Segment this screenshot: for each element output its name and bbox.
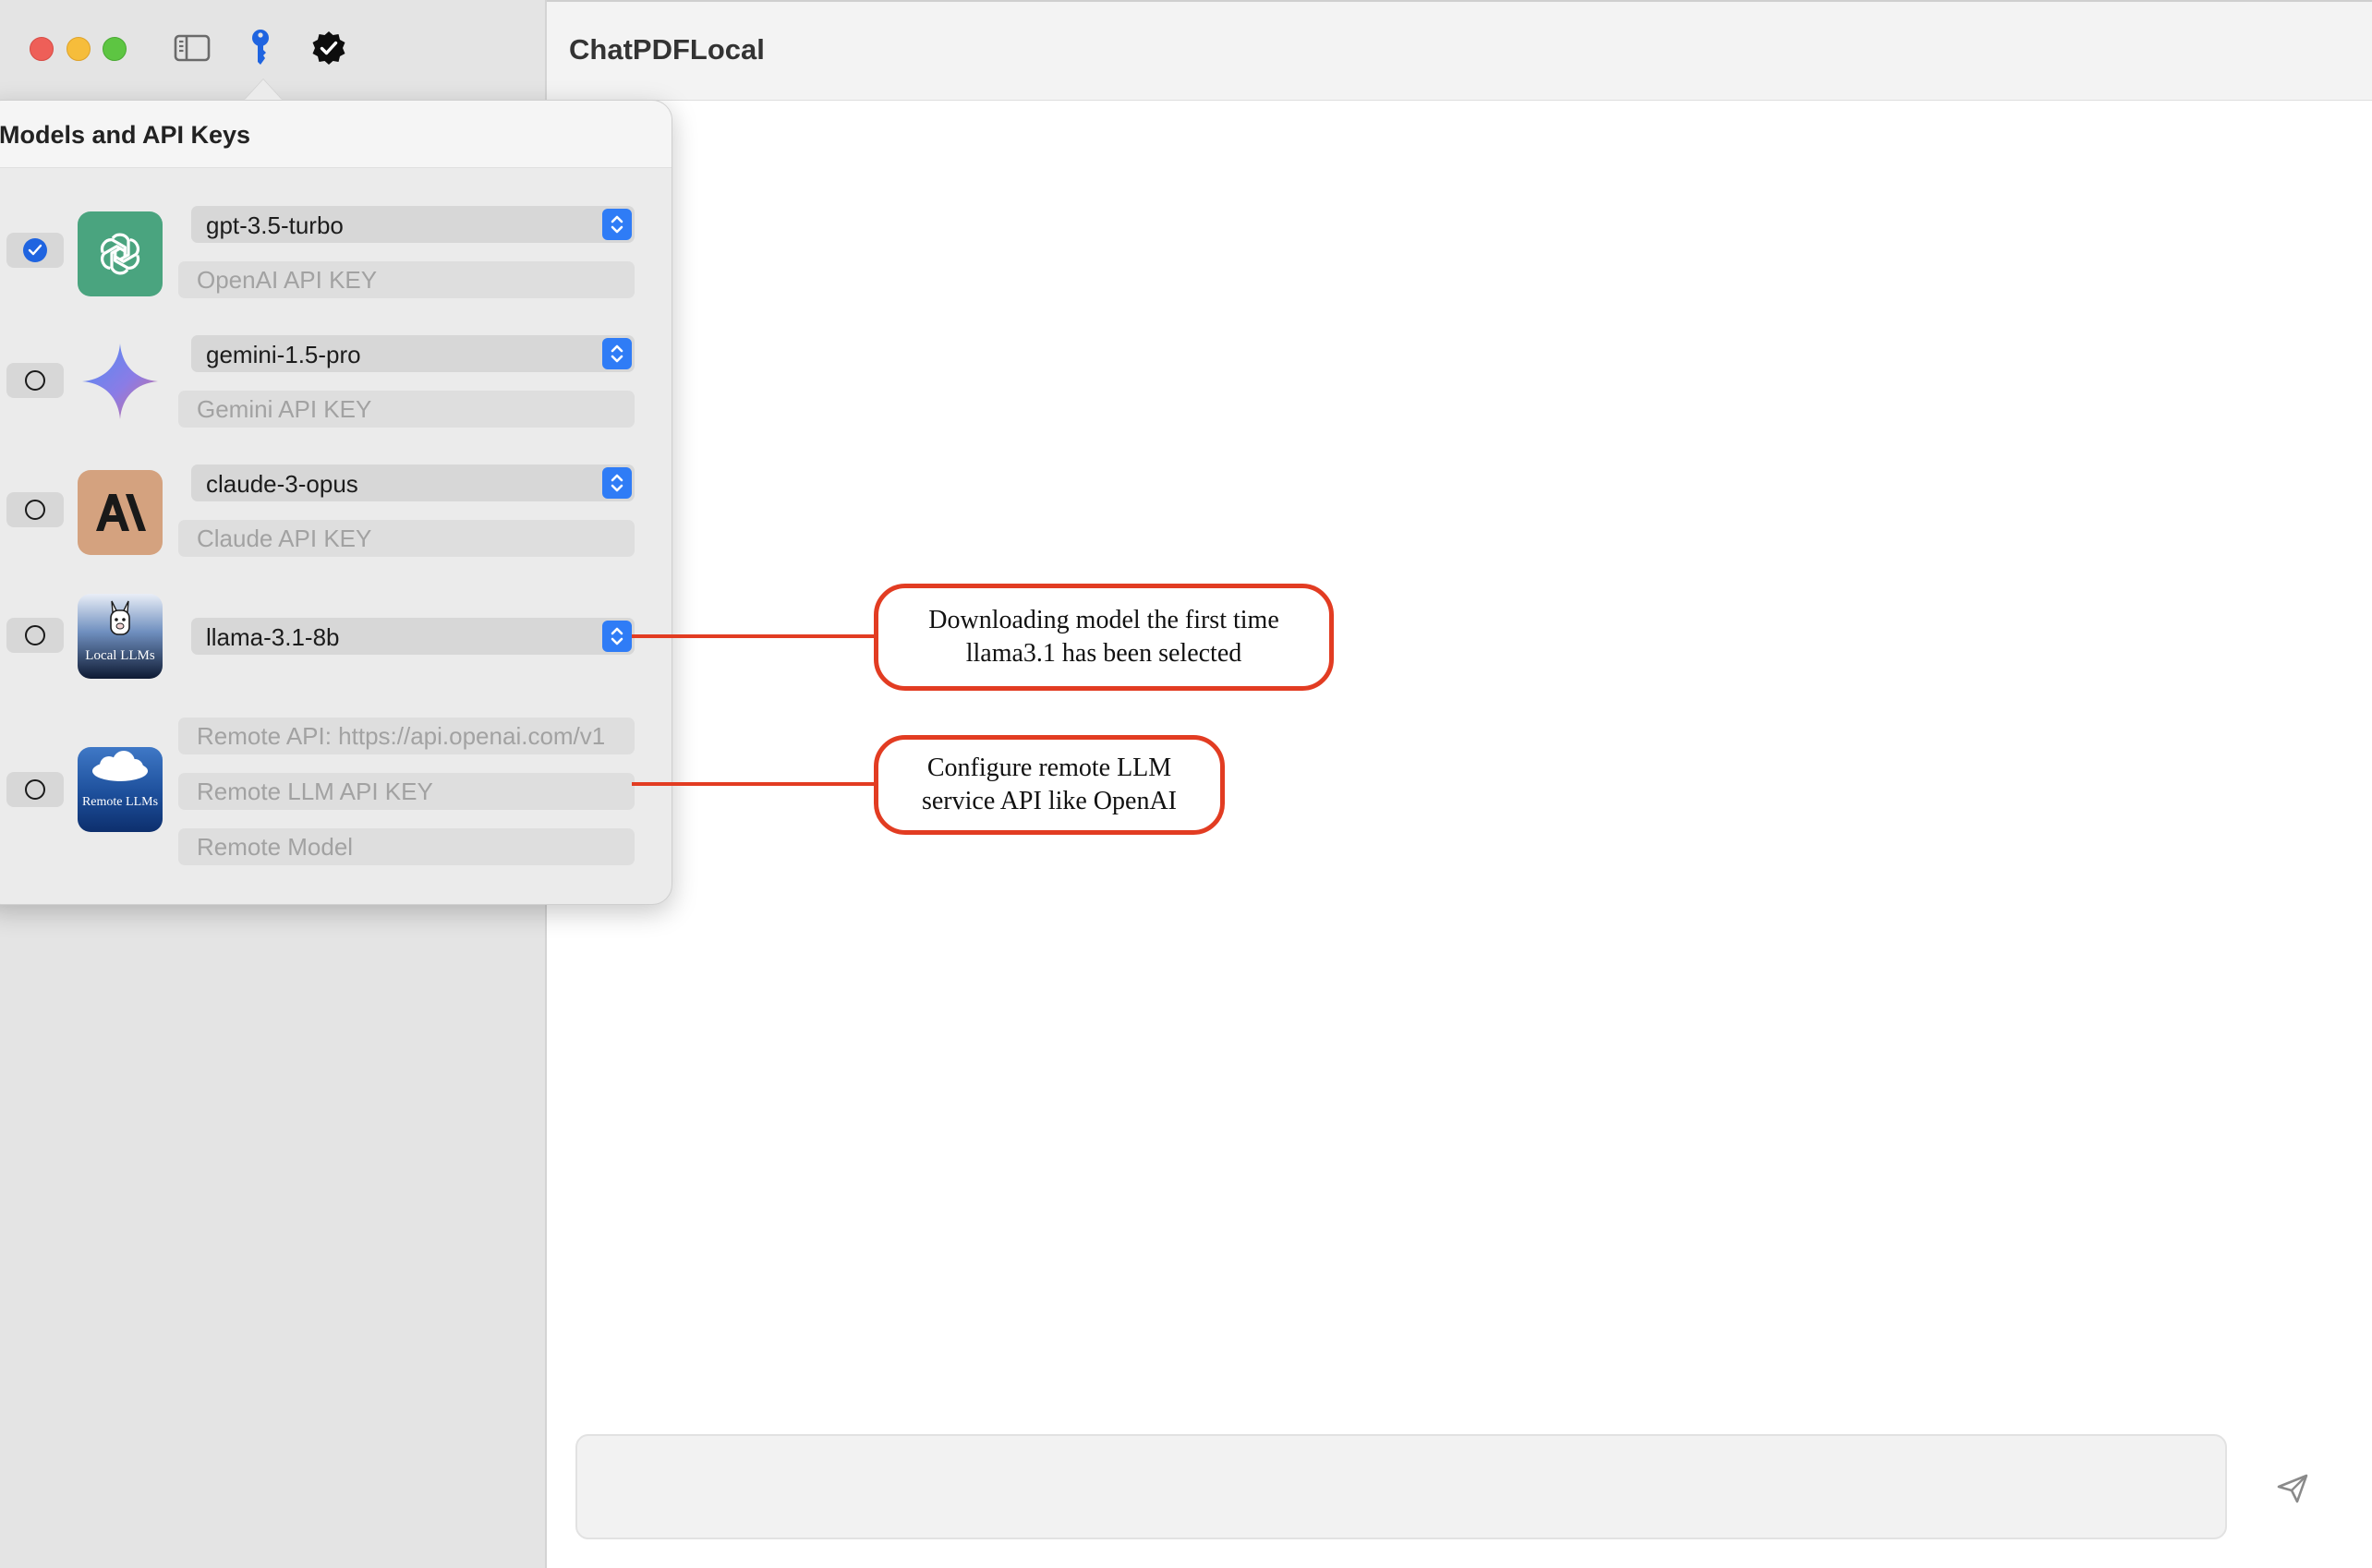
select-value: llama-3.1-8b xyxy=(206,623,340,651)
model-radio-openai[interactable] xyxy=(6,233,64,268)
openai-logo xyxy=(78,211,163,296)
anthropic-logo xyxy=(78,470,163,555)
radio-unchecked-icon xyxy=(25,500,45,520)
remote-api-key-field[interactable] xyxy=(178,773,635,810)
callout-connector-remote xyxy=(632,782,877,786)
zoom-window-button[interactable] xyxy=(103,37,127,61)
chevron-up-down-icon xyxy=(602,209,632,240)
callout-local-line2: llama3.1 has been selected xyxy=(965,639,1242,668)
remote-api-url-field[interactable] xyxy=(178,718,635,754)
remote-model-field[interactable] xyxy=(178,828,635,865)
model-radio-gemini[interactable] xyxy=(6,363,64,398)
model-radio-remote[interactable] xyxy=(6,772,64,807)
gemini-logo xyxy=(78,339,163,424)
chevron-up-down-icon xyxy=(602,467,632,499)
chevron-up-down-icon xyxy=(602,621,632,652)
model-radio-local[interactable] xyxy=(6,618,64,653)
model-select-claude[interactable]: claude-3-opus xyxy=(191,464,635,501)
model-select-gemini[interactable]: gemini-1.5-pro xyxy=(191,335,635,372)
close-window-button[interactable] xyxy=(30,37,54,61)
callout-remote-config: Configure remote LLM service API like Op… xyxy=(874,735,1225,835)
openai-api-key-field[interactable] xyxy=(178,261,635,298)
callout-local-line1: Downloading model the first time xyxy=(928,606,1279,634)
app-title: ChatPDFLocal xyxy=(569,33,765,66)
callout-remote-line2: service API like OpenAI xyxy=(921,787,1178,815)
model-radio-claude[interactable] xyxy=(6,492,64,527)
local-llms-caption: Local LLMs xyxy=(85,648,155,663)
model-select-local[interactable]: llama-3.1-8b xyxy=(191,618,635,655)
select-value: gpt-3.5-turbo xyxy=(206,211,344,239)
remote-llms-caption: Remote LLMs xyxy=(81,795,159,809)
remote-api-url-input[interactable] xyxy=(178,718,635,754)
key-icon[interactable] xyxy=(240,28,281,68)
popover-arrow xyxy=(245,79,282,100)
select-value: gemini-1.5-pro xyxy=(206,341,361,368)
sidebar-toggle-icon[interactable] xyxy=(172,28,212,68)
gemini-api-key-field[interactable] xyxy=(178,391,635,428)
claude-api-key-input[interactable] xyxy=(178,520,635,557)
cloud-icon xyxy=(92,751,148,781)
openai-api-key-input[interactable] xyxy=(178,261,635,298)
llama-icon xyxy=(110,600,130,635)
model-select-openai[interactable]: gpt-3.5-turbo xyxy=(191,206,635,243)
gemini-api-key-input[interactable] xyxy=(178,391,635,428)
models-api-keys-popover: Models and API Keys gpt-3.5-turbo OpenAI… xyxy=(0,100,672,905)
chevron-up-down-icon xyxy=(602,338,632,369)
send-icon[interactable] xyxy=(2274,1472,2311,1505)
remote-model-input[interactable] xyxy=(178,828,635,865)
claude-api-key-field[interactable] xyxy=(178,520,635,557)
minimize-window-button[interactable] xyxy=(67,37,91,61)
popover-title: Models and API Keys xyxy=(0,121,251,149)
main-header: ChatPDFLocal xyxy=(547,0,2372,101)
callout-remote-line1: Configure remote LLM xyxy=(926,754,1172,782)
select-value: claude-3-opus xyxy=(206,470,358,498)
remote-llms-logo: Remote LLMs xyxy=(78,747,163,832)
chat-message-input[interactable] xyxy=(575,1434,2227,1539)
callout-local-download: Downloading model the first time llama3.… xyxy=(874,584,1334,691)
radio-unchecked-icon xyxy=(25,625,45,645)
local-llms-logo: Local LLMs xyxy=(78,594,163,679)
radio-unchecked-icon xyxy=(25,779,45,800)
app-window: ChatPDFLocal Models and API Keys gpt-3.5… xyxy=(0,0,2372,1568)
callout-connector-local xyxy=(632,634,877,638)
verified-badge-icon[interactable] xyxy=(309,28,349,68)
remote-api-key-input[interactable] xyxy=(178,773,635,810)
popover-header: Models and API Keys xyxy=(0,101,672,168)
radio-unchecked-icon xyxy=(25,370,45,391)
radio-checked-icon xyxy=(23,238,47,262)
